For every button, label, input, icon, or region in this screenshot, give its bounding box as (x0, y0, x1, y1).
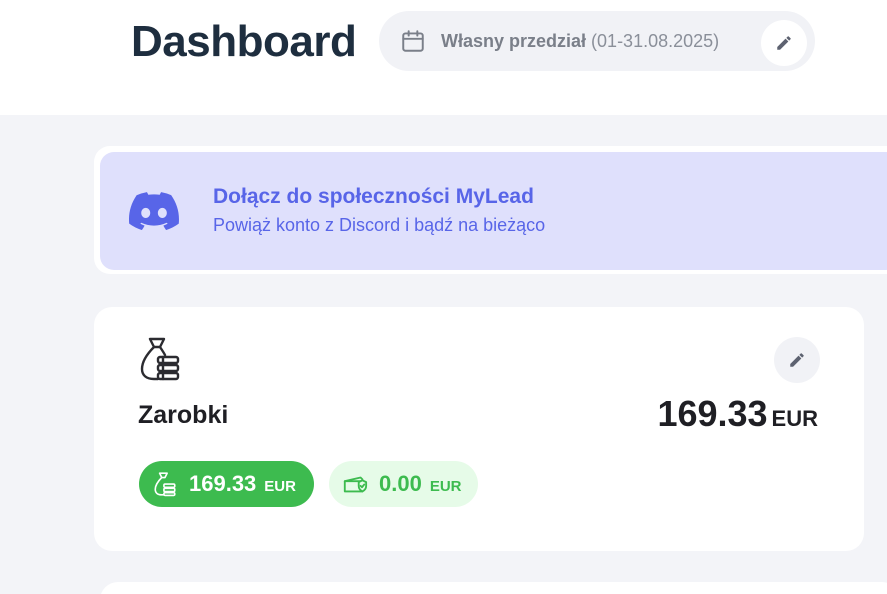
earnings-label: Zarobki (138, 401, 229, 429)
money-bag-icon (140, 337, 180, 381)
discord-banner-title: Dołącz do społeczności MyLead (213, 185, 534, 208)
date-range-label: Własny przedział (01-31.08.2025) (441, 31, 719, 52)
edit-earnings-button[interactable] (774, 337, 820, 383)
discord-icon (129, 192, 179, 230)
date-range-type: Własny przedział (441, 31, 587, 51)
chip-currency: EUR (264, 477, 296, 495)
date-range-dates: (01-31.08.2025) (586, 31, 720, 51)
earnings-total: 169.33 EUR (657, 393, 818, 435)
earnings-chip-pending[interactable]: 0.00 EUR (329, 461, 478, 507)
earnings-total-currency: EUR (771, 406, 818, 431)
calendar-icon (402, 30, 424, 52)
discord-banner-subtitle: Powiąż konto z Discord i bądź na bieżąco (213, 215, 546, 235)
pencil-icon (777, 36, 791, 50)
edit-date-range-button[interactable] (761, 20, 807, 66)
earnings-total-value: 169.33 (657, 393, 768, 434)
page-title: Dashboard (131, 17, 357, 66)
chip-currency: EUR (429, 477, 462, 495)
chip-value: 169.33 (189, 471, 257, 496)
discord-banner[interactable]: Dołącz do społeczności MyLead Powiąż kon… (100, 152, 887, 270)
cash-shield-icon (343, 476, 368, 493)
money-bag-icon (154, 472, 176, 497)
chip-value: 0.00 (379, 471, 422, 496)
earnings-chip-total[interactable]: 169.33 EUR (139, 461, 314, 507)
date-range-selector[interactable]: Własny przedział (01-31.08.2025) (379, 11, 815, 71)
earnings-card: Zarobki 169.33 EUR 169.33 EUR 0.00 EUR (94, 307, 864, 551)
next-card (100, 582, 887, 594)
pencil-icon (790, 353, 804, 367)
top-bar: Dashboard Własny przedział (01-31.08.202… (0, 0, 887, 115)
